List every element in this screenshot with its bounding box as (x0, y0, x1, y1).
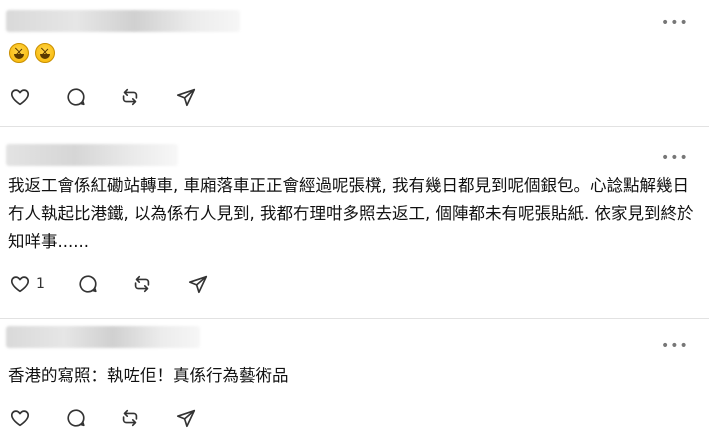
more-dots-icon: ••• (661, 15, 689, 31)
more-options-button[interactable]: ••• (661, 151, 688, 165)
repost-button[interactable] (130, 272, 154, 296)
more-options-button[interactable]: ••• (661, 339, 688, 353)
author-name-blurred[interactable] (6, 10, 240, 32)
more-dots-icon: ••• (661, 150, 689, 166)
repost-icon (134, 275, 150, 293)
send-icon (188, 275, 208, 294)
post-body-text: 香港的寫照：執咗佢！真係行為藝術品 (8, 366, 289, 385)
post-1: ••• (0, 0, 709, 125)
reply-button[interactable] (64, 406, 88, 430)
repost-button[interactable] (118, 85, 142, 109)
grinning-squinting-face-icon (9, 43, 29, 63)
post-body-text: 我返工會係紅磡站轉車, 車廂落車正正會經過呢張櫈, 我有幾日都見到呢個銀包。心諗… (8, 176, 694, 251)
more-dots-icon: ••• (661, 338, 689, 354)
repost-button[interactable] (118, 406, 142, 430)
more-options-button[interactable]: ••• (661, 16, 688, 30)
reply-button[interactable] (76, 272, 100, 296)
post-emoji-row (9, 43, 69, 65)
share-button[interactable] (174, 85, 198, 109)
reply-button[interactable] (64, 85, 88, 109)
heart-icon (11, 276, 29, 293)
like-button[interactable] (8, 406, 32, 430)
send-icon (176, 409, 196, 428)
like-button[interactable] (8, 272, 32, 296)
grinning-squinting-face-icon (35, 43, 55, 63)
like-button[interactable] (8, 85, 32, 109)
author-name-blurred[interactable] (6, 326, 200, 348)
repost-icon (122, 409, 138, 427)
repost-icon (122, 88, 138, 106)
share-button[interactable] (186, 272, 210, 296)
share-button[interactable] (174, 406, 198, 430)
post-2: ••• 我返工會係紅磡站轉車, 車廂落車正正會經過呢張櫈, 我有幾日都見到呢個銀… (0, 127, 709, 317)
comment-icon (79, 275, 97, 293)
post-3: ••• 香港的寫照：執咗佢！真係行為藝術品 (0, 319, 709, 435)
heart-icon (11, 410, 29, 427)
heart-icon (11, 89, 29, 106)
comment-icon (67, 88, 85, 106)
send-icon (176, 88, 196, 107)
author-name-blurred[interactable] (6, 144, 178, 166)
comment-icon (67, 409, 85, 427)
like-count: 1 (36, 276, 45, 292)
